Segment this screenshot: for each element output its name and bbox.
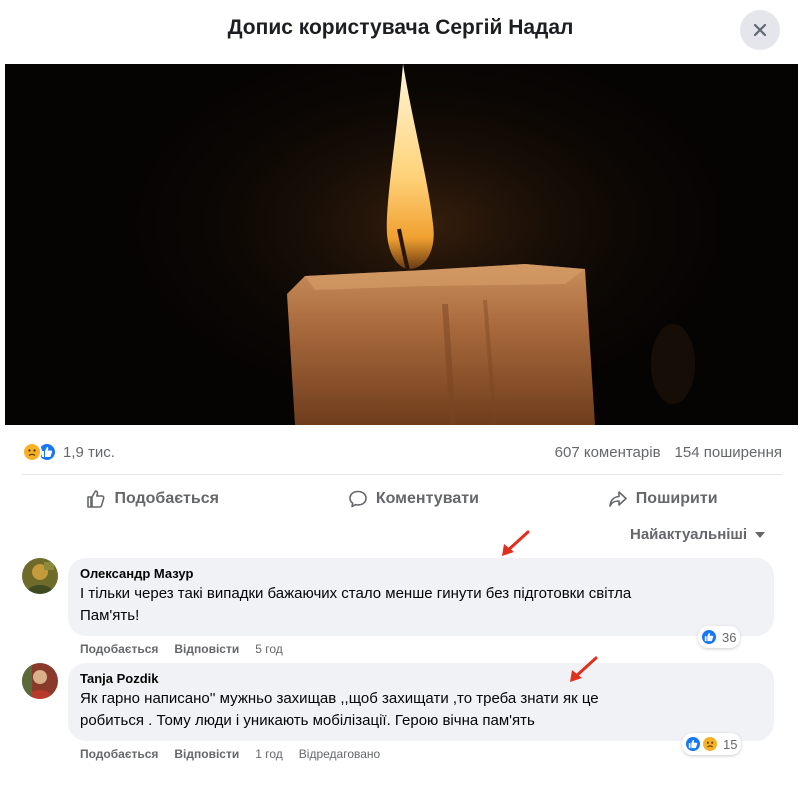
comment-like-link[interactable]: Подобається (80, 747, 158, 761)
comment-sort-dropdown[interactable]: Найактуальніші (630, 526, 766, 543)
comment-text-line: Пам'ять! (80, 607, 140, 624)
sort-label: Найактуальніші (630, 526, 748, 543)
comment-text-line: робиться . Тому люди і уникають мобіліза… (80, 712, 535, 729)
reaction-count-value: 15 (723, 736, 738, 752)
comment-text-line: Як гарно написано'' мужньо захищав ,,щоб… (80, 690, 599, 707)
share-label: Поширити (635, 489, 718, 507)
comment-icon (349, 490, 367, 507)
comment-reply-link[interactable]: Відповісти (174, 642, 239, 656)
comment-button[interactable]: Коментувати (332, 481, 495, 517)
post-image[interactable] (5, 64, 798, 425)
comment-author[interactable]: Олександр Мазур (80, 566, 762, 581)
post-actions: Подобається Коментувати Поширити (22, 474, 782, 522)
like-label: Подобається (114, 489, 219, 507)
reaction-count-value: 36 (722, 629, 737, 645)
close-icon (753, 23, 767, 37)
sad-reaction-icon (22, 442, 42, 462)
shares-count[interactable]: 154 поширення (675, 444, 782, 461)
comment-bubble: Tanja Pozdik Як гарно написано'' мужньо … (68, 663, 774, 741)
close-button[interactable] (740, 10, 780, 50)
share-icon (608, 490, 627, 507)
caret-down-icon (755, 531, 766, 538)
like-reaction-icon (700, 628, 718, 646)
avatar[interactable] (22, 663, 58, 699)
annotation-arrow-icon (502, 530, 530, 556)
comment-edited-label: Відредаговано (298, 747, 381, 761)
reactions-count[interactable]: 1,9 тис. (63, 444, 115, 461)
dialog-title: Допис користувача Сергій Надал (227, 16, 574, 39)
comment-reply-link[interactable]: Відповісти (174, 747, 239, 761)
dialog-header: Допис користувача Сергій Надал (0, 0, 801, 62)
annotation-arrow-icon (570, 656, 598, 682)
comment-meta: Подобається Відповісти 1 год Відредагова… (80, 747, 380, 761)
comment-author[interactable]: Tanja Pozdik (80, 671, 762, 686)
comment-text-line: І тільки через такі випадки бажаючих ста… (80, 585, 632, 602)
like-button[interactable]: Подобається (70, 481, 235, 517)
comment-label: Коментувати (375, 489, 479, 507)
reaction-icons[interactable] (22, 442, 57, 462)
post-stats: 1,9 тис. 607 коментарів 154 поширення (22, 438, 782, 466)
comment-bubble: Олександр Мазур І тільки через такі випа… (68, 558, 774, 636)
comment-time[interactable]: 1 год (255, 747, 283, 761)
like-icon (87, 489, 105, 508)
share-button[interactable]: Поширити (592, 481, 734, 517)
comment-time[interactable]: 5 год (255, 642, 283, 656)
comment-reaction-count[interactable]: 15 (682, 733, 742, 755)
comment-like-link[interactable]: Подобається (80, 642, 158, 656)
comment-reaction-count[interactable]: 36 (698, 626, 741, 648)
like-reaction-icon (684, 735, 702, 753)
comment-meta: Подобається Відповісти 5 год (80, 642, 283, 656)
sad-reaction-icon (701, 735, 719, 753)
comment-item: Олександр Мазур І тільки через такі випа… (22, 558, 782, 658)
comments-count[interactable]: 607 коментарів (555, 444, 661, 461)
comment-item: Tanja Pozdik Як гарно написано'' мужньо … (22, 663, 782, 763)
avatar[interactable] (22, 558, 58, 594)
